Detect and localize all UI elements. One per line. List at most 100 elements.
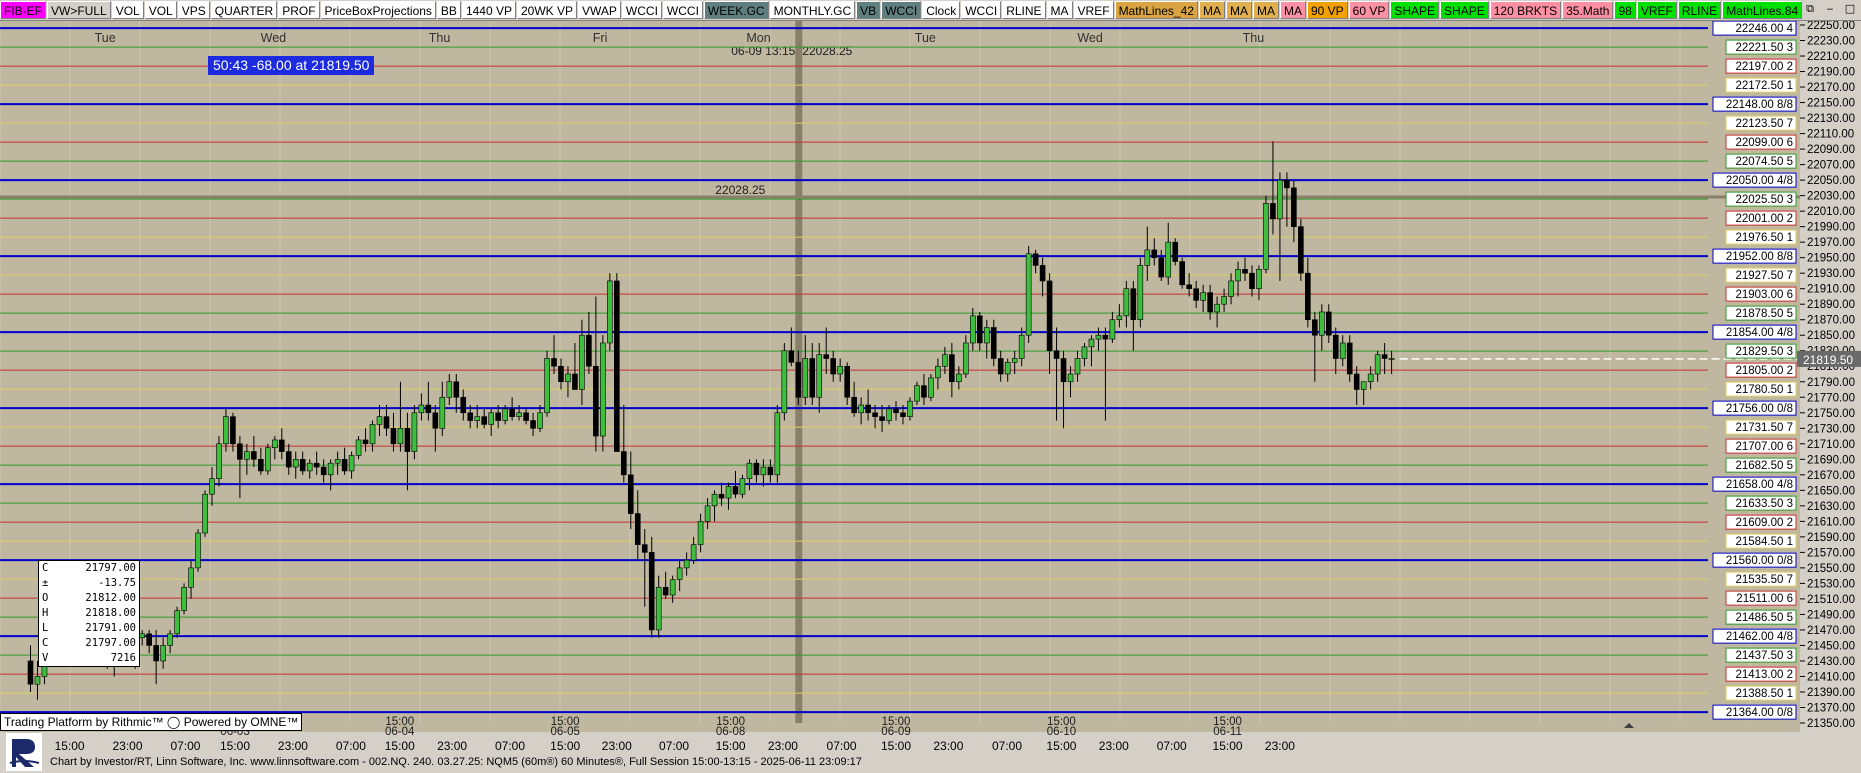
candle-body: [495, 412, 501, 421]
last-price-tag-label: 21819.50: [1803, 353, 1853, 367]
level-label-text: 22246.00 4: [1735, 23, 1793, 35]
indicator-button-ma[interactable]: MA: [1225, 1, 1252, 19]
candle-body: [1346, 342, 1353, 375]
day-label: Tue: [95, 31, 116, 45]
candle-body: [502, 408, 508, 421]
candle-body: [802, 358, 809, 398]
level-label-text: 21560.00 0/8: [1726, 555, 1793, 567]
price-chart[interactable]: 06-09 13:15 22028.25 22246.00 4 22221.50 3…: [0, 21, 1861, 752]
candle-body: [1374, 354, 1381, 375]
indicator-button-ma[interactable]: MA: [1252, 1, 1279, 19]
indicator-button-120-brkts[interactable]: 120 BRKTS: [1489, 1, 1562, 19]
indicator-button-90-vp[interactable]: 90 VP: [1306, 1, 1348, 19]
indicator-button-vw-full[interactable]: VW>FULL: [47, 1, 111, 19]
indicator-button-98[interactable]: 98: [1614, 1, 1636, 19]
indicator-button-quarter[interactable]: QUARTER: [210, 1, 278, 19]
indicator-button-vwap[interactable]: VWAP: [578, 1, 621, 19]
ohlc-row: O 21812.00: [39, 591, 139, 606]
candle-body: [1312, 319, 1318, 336]
indicator-button-vol[interactable]: VOL: [111, 1, 144, 19]
restore-window-icon[interactable]: ⧉: [1801, 1, 1819, 17]
candle-body: [956, 373, 962, 383]
indicator-button-clock[interactable]: Clock: [922, 1, 961, 19]
indicator-button-prof[interactable]: PROF: [278, 1, 320, 19]
indicator-button-20wk-vp[interactable]: 20WK VP: [516, 1, 578, 19]
candle-body: [537, 412, 543, 429]
indicator-button-vps[interactable]: VPS: [177, 1, 210, 19]
candle-body: [1207, 292, 1213, 313]
indicator-button-priceboxprojections[interactable]: PriceBoxProjections: [320, 1, 436, 19]
candle-body: [963, 342, 969, 375]
indicator-button-60-vp[interactable]: 60 VP: [1348, 1, 1390, 19]
candle-body: [1214, 303, 1220, 313]
time-label: 15:00: [1213, 739, 1243, 752]
candle-body: [935, 365, 941, 379]
indicator-button-ma[interactable]: MA: [1198, 1, 1225, 19]
indicator-button-rline[interactable]: RLINE: [1002, 1, 1046, 19]
candle-body: [1088, 338, 1095, 348]
price-tick-label: 21910.00: [1807, 284, 1855, 296]
indicator-button-wcci[interactable]: WCCI: [961, 1, 1002, 19]
level-label-text: 22074.50 5: [1735, 156, 1793, 168]
price-tick-label: 22230.00: [1807, 36, 1855, 48]
candle-body: [1081, 346, 1088, 359]
indicator-button-vol[interactable]: VOL: [144, 1, 177, 19]
candle-body: [216, 443, 222, 479]
time-label: 15:00: [881, 739, 911, 752]
indicator-button-shape[interactable]: SHAPE: [1440, 1, 1489, 19]
minimize-window-icon[interactable]: ‒: [1821, 1, 1839, 17]
indicator-button-bb[interactable]: BB: [436, 1, 461, 19]
candle-body: [1186, 284, 1192, 289]
candle-body: [369, 424, 376, 445]
indicator-button-vref[interactable]: VREF: [1636, 1, 1677, 19]
time-label: 23:00: [1265, 739, 1295, 752]
time-label: 07:00: [495, 739, 525, 752]
price-tick-label: 21510.00: [1807, 594, 1855, 606]
crosshair-time-label: 06-09 13:15: [731, 44, 795, 58]
maximize-window-icon[interactable]: □: [1841, 1, 1859, 17]
candle-body: [1228, 280, 1234, 297]
indicator-button-wcci[interactable]: WCCI: [881, 1, 922, 19]
indicator-button-1440-vp[interactable]: 1440 VP: [461, 1, 516, 19]
indicator-button-ma[interactable]: MA: [1279, 1, 1306, 19]
indicator-button-wcci[interactable]: WCCI: [662, 1, 703, 19]
price-tick-label: 21570.00: [1807, 547, 1855, 559]
candle-body: [942, 354, 948, 367]
indicator-button-vb[interactable]: VB: [856, 1, 881, 19]
price-tick-label: 22050.00: [1807, 175, 1855, 187]
level-label-text: 21682.50 5: [1735, 460, 1793, 472]
candle-body: [1291, 187, 1297, 227]
candle-body: [1011, 358, 1018, 363]
candle-body: [453, 381, 460, 398]
price-tick-label: 21550.00: [1807, 563, 1855, 575]
level-label-text: 21952.00 8/8: [1726, 251, 1793, 263]
price-tick-label: 21490.00: [1807, 609, 1855, 621]
candle-body: [1256, 269, 1262, 289]
candle-body: [928, 377, 934, 398]
candle-body: [1109, 319, 1116, 340]
indicator-button-mathlines-84[interactable]: MathLines.84: [1722, 1, 1803, 19]
candle-body: [914, 385, 920, 402]
time-label: 15:00: [220, 739, 250, 752]
indicator-button-fib-ef[interactable]: FIB-EF: [0, 1, 46, 19]
candle-body: [690, 544, 697, 561]
indicator-button-mathlines-42[interactable]: MathLines_42: [1114, 1, 1198, 19]
candle-body: [704, 505, 711, 522]
indicator-button-monthly-gc[interactable]: MONTHLY.GC: [769, 1, 856, 19]
candle-body: [1270, 203, 1276, 220]
candle-body: [523, 412, 529, 421]
indicator-button-shape[interactable]: SHAPE: [1390, 1, 1440, 19]
ohlc-row: C 21797.00: [39, 636, 139, 651]
indicator-button-vref[interactable]: VREF: [1073, 1, 1114, 19]
candle-body: [1249, 272, 1255, 289]
candle-body: [265, 447, 271, 472]
candle-body: [1116, 315, 1123, 321]
candle-body: [641, 544, 648, 553]
indicator-button-rline[interactable]: RLINE: [1677, 1, 1722, 19]
indicator-button-ma[interactable]: MA: [1046, 1, 1073, 19]
indicator-button-week-gc[interactable]: WEEK.GC: [703, 1, 769, 19]
indicator-button-35-math[interactable]: 35.Math: [1562, 1, 1614, 19]
window-controls: ⧉ ‒ □: [1801, 1, 1859, 17]
level-label-text: 21413.00 2: [1735, 669, 1793, 681]
indicator-button-wcci[interactable]: WCCI: [621, 1, 662, 19]
